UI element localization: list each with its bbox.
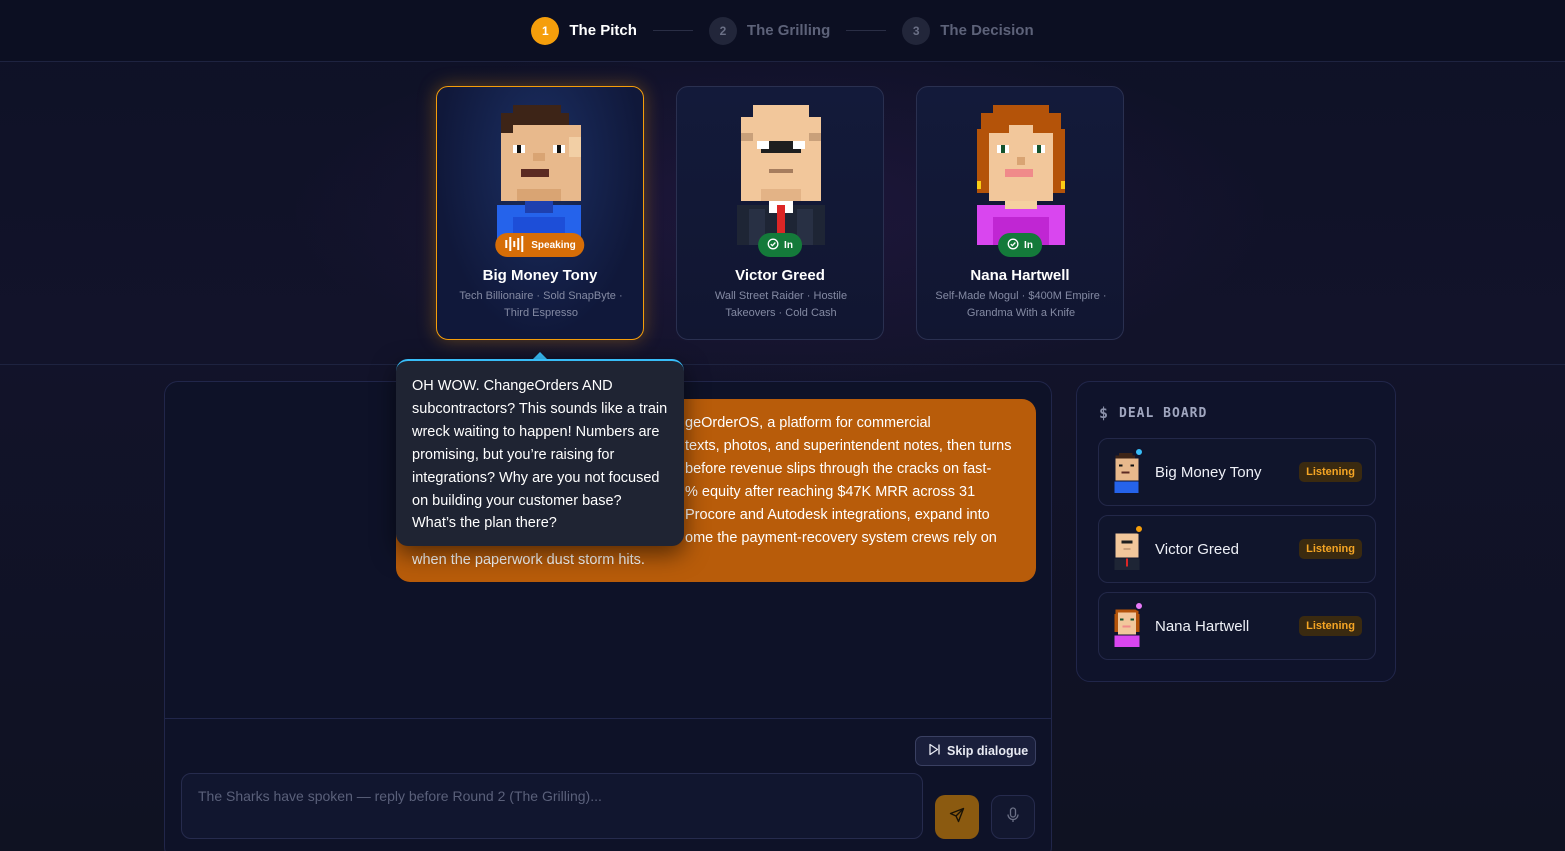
tony-avatar (497, 105, 585, 245)
step-connector (652, 30, 693, 31)
deal-row-name: Victor Greed (1155, 541, 1239, 558)
shark-description: Wall Street Raider · Hostile Takeovers ·… (714, 290, 848, 319)
skip-icon (928, 743, 941, 759)
shark-name: Victor Greed (735, 267, 825, 284)
reply-input[interactable]: The Sharks have spoken — reply before Ro… (181, 773, 923, 839)
microphone-icon (1006, 806, 1020, 828)
shark-card-tony[interactable]: Speaking Big Money Tony Tech Billionaire… (436, 86, 644, 340)
status-dot (1134, 447, 1144, 457)
check-circle-icon (1007, 238, 1019, 253)
deal-row-tony[interactable]: Big Money Tony Listening (1098, 438, 1376, 506)
step-grilling: 2 The Grilling (708, 16, 831, 45)
in-badge: In (758, 233, 802, 257)
status-dot (1134, 524, 1144, 534)
microphone-button[interactable] (991, 795, 1035, 839)
nana-avatar (973, 105, 1069, 245)
step-decision: 3 The Decision (902, 16, 1034, 45)
badge-label: In (784, 239, 793, 251)
send-button[interactable] (935, 795, 979, 839)
send-icon (949, 807, 965, 828)
pitch-line: when the paperwork dust storm hits. (412, 552, 645, 569)
speaking-badge: Speaking (495, 233, 585, 257)
step-number: 3 (902, 16, 931, 45)
round-stepper: 1 The Pitch 2 The Grilling 3 The Decisio… (0, 0, 1565, 62)
step-pitch: 1 The Pitch (531, 16, 637, 45)
deal-board-header: $ DEAL BOARD (1099, 404, 1207, 422)
deal-row-name: Big Money Tony (1155, 464, 1262, 481)
deal-row-nana[interactable]: Nana Hartwell Listening (1098, 592, 1376, 660)
status-dot (1134, 601, 1144, 611)
deal-board: $ DEAL BOARD Big Money Tony Listening Vi… (1076, 381, 1396, 682)
deal-row-name: Nana Hartwell (1155, 618, 1250, 635)
step-label: The Pitch (569, 22, 637, 39)
badge-label: In (1024, 239, 1033, 251)
step-number: 2 (708, 16, 737, 45)
nana-avatar-image (973, 105, 1069, 245)
nana-mini-avatar (1113, 607, 1141, 647)
step-connector (846, 30, 887, 31)
divider (165, 718, 1051, 719)
listening-badge: Listening (1299, 539, 1362, 559)
badge-label: Speaking (531, 239, 576, 251)
victor-mini-avatar (1113, 530, 1141, 570)
step-label: The Decision (940, 22, 1034, 39)
shark-name: Nana Hartwell (970, 267, 1070, 284)
victor-avatar (737, 105, 825, 245)
sharks-panel: Speaking Big Money Tony Tech Billionaire… (0, 62, 1565, 365)
tony-avatar-image (497, 105, 581, 245)
shark-card-victor[interactable]: In Victor Greed Wall Street Raider · Hos… (676, 86, 884, 340)
step-number: 1 (531, 16, 560, 45)
skip-label: Skip dialogue (947, 744, 1029, 758)
check-circle-icon (767, 238, 779, 253)
shark-name: Big Money Tony (482, 267, 598, 284)
audio-wave-icon (504, 235, 526, 255)
victor-avatar-image (737, 105, 825, 245)
shark-description: Self-Made Mogul · $400M Empire · Grandma… (935, 290, 1107, 319)
deal-row-victor[interactable]: Victor Greed Listening (1098, 515, 1376, 583)
shark-speech-bubble: OH WOW. ChangeOrders AND subcontractors?… (396, 359, 684, 546)
step-label: The Grilling (746, 22, 831, 39)
in-badge: In (998, 233, 1042, 257)
tony-mini-avatar (1113, 453, 1141, 493)
deal-board-title: DEAL BOARD (1119, 405, 1208, 421)
shark-card-nana[interactable]: In Nana Hartwell Self-Made Mogul · $400M… (916, 86, 1124, 340)
dollar-icon: $ (1099, 404, 1110, 422)
listening-badge: Listening (1299, 462, 1362, 482)
shark-description: Tech Billionaire · Sold SnapByte · Third… (459, 290, 623, 319)
skip-dialogue-button[interactable]: Skip dialogue (915, 736, 1036, 766)
listening-badge: Listening (1299, 616, 1362, 636)
